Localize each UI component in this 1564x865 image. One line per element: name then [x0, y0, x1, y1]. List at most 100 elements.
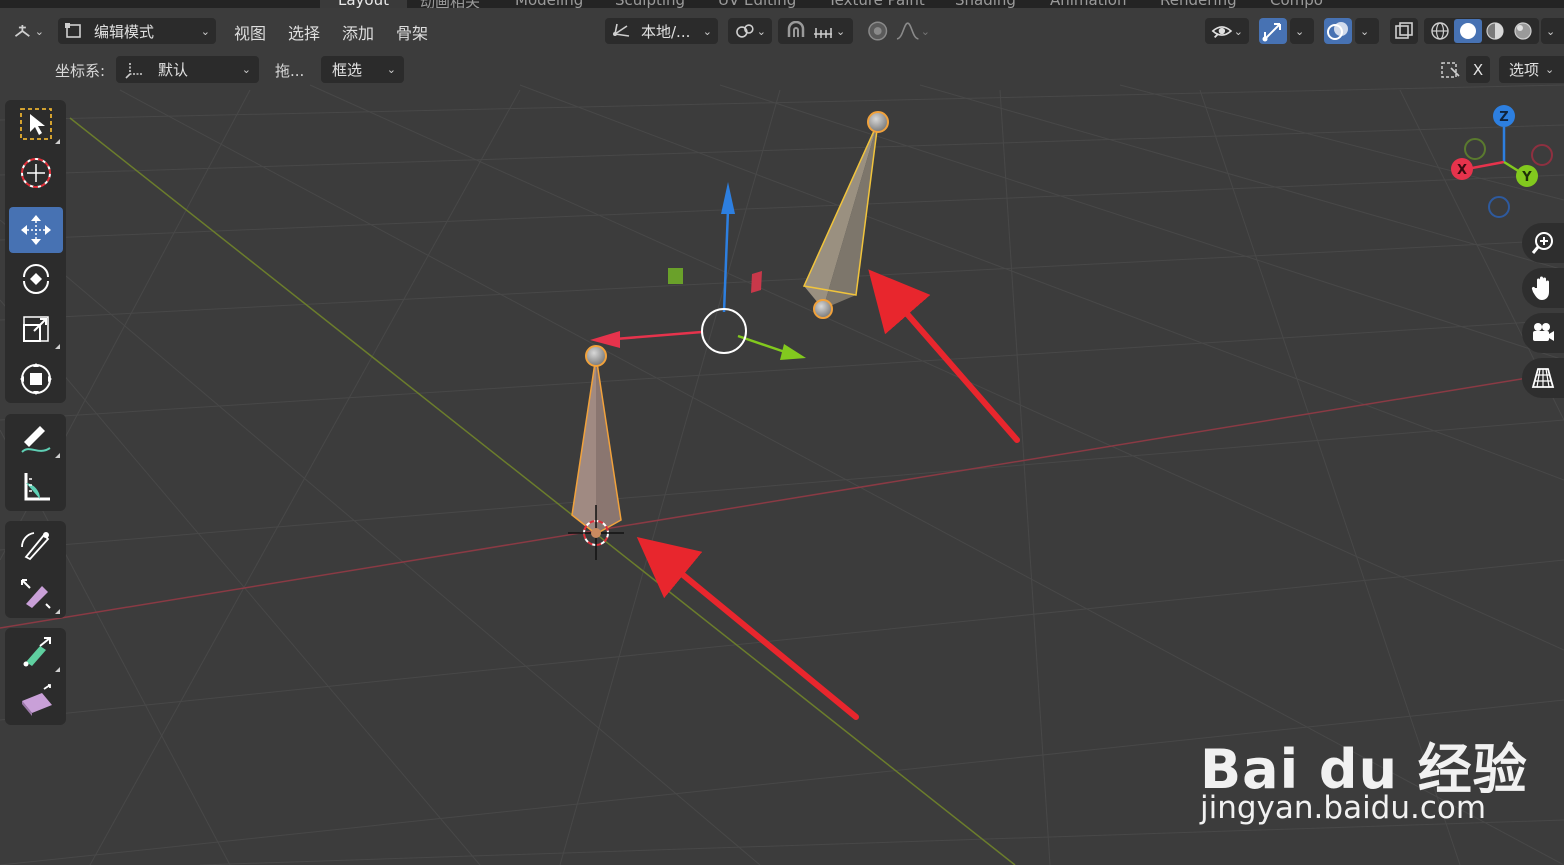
ruler-icon: [24, 473, 50, 501]
select-box-icon: [20, 108, 52, 140]
nav-neg-z[interactable]: [1488, 196, 1510, 218]
tool-settings-bar: 坐标系: 默认 ⌄ 拖... 框选 ⌄ X 选项 ⌄: [0, 52, 1564, 88]
proportional-editing-group[interactable]: ⌄: [860, 18, 936, 44]
hand-icon: [1531, 276, 1549, 300]
perspective-grid-icon: [1531, 368, 1555, 388]
svg-text:Y: Y: [1521, 170, 1532, 185]
shading-wireframe-button[interactable]: [1426, 19, 1454, 43]
bone-upper[interactable]: [802, 111, 889, 319]
bone-lower-tail[interactable]: [585, 345, 607, 367]
tool-transform[interactable]: [9, 356, 63, 402]
wireframe-sphere-icon: [1431, 22, 1449, 40]
tool-cursor[interactable]: [9, 150, 63, 196]
tab-compositing[interactable]: Compo: [1270, 0, 1323, 8]
tab-shading[interactable]: Shading: [955, 0, 1016, 8]
bone-upper-head[interactable]: [813, 299, 833, 319]
tool-move[interactable]: [9, 207, 63, 253]
tab-animation[interactable]: Animation: [1050, 0, 1126, 8]
gizmo-toggle-button[interactable]: [1259, 18, 1287, 44]
shear-icon: [22, 684, 52, 716]
tool-select-box[interactable]: [9, 101, 63, 147]
tab-modeling[interactable]: Modeling: [515, 0, 583, 8]
coord-axes-icon: [125, 62, 142, 79]
xray-icon: [1395, 22, 1413, 39]
gizmo-z-arrow[interactable]: [721, 182, 735, 214]
tab-rendering[interactable]: Rendering: [1160, 0, 1237, 8]
pivot-point-dropdown[interactable]: ⌄: [728, 18, 772, 44]
tool-scale[interactable]: [9, 306, 63, 352]
shading-dropdown[interactable]: ⌄: [1541, 18, 1564, 44]
tool-settings-toggle[interactable]: [1436, 56, 1464, 83]
viewport-header: ⌄ 编辑模式 ⌄ 视图 选择 添加 骨架 本地/... ⌄ ⌄ ⌄ ⌄ ⌄ ⌄ …: [0, 8, 1564, 52]
gizmo-dropdown[interactable]: ⌄: [1290, 18, 1314, 44]
orientation-icon: [613, 23, 630, 37]
axis-editor-icon: [14, 24, 30, 37]
snap-magnet-icon: [787, 21, 805, 37]
proportional-editing-icon: [868, 21, 888, 41]
extrude-icon: [23, 637, 51, 667]
toolbar-extrude-group: [5, 628, 66, 725]
perspective-toggle-button[interactable]: [1522, 358, 1564, 398]
coord-system-dropdown[interactable]: 默认 ⌄: [116, 56, 259, 83]
snapping-group[interactable]: ⌄: [778, 18, 853, 44]
close-x-button[interactable]: X: [1466, 56, 1490, 83]
pan-button[interactable]: [1522, 268, 1564, 308]
scale-icon: [23, 316, 49, 342]
gizmo-yz-plane[interactable]: [751, 271, 762, 293]
options-label: 选项: [1509, 61, 1540, 79]
tool-extrude[interactable]: [9, 629, 63, 675]
navigation-gizmo[interactable]: Z X Y: [1451, 105, 1553, 218]
xray-toggle-button[interactable]: [1390, 18, 1418, 44]
menu-armature[interactable]: 骨架: [396, 20, 428, 44]
editor-type-button[interactable]: ⌄: [6, 18, 50, 44]
shading-rendered-button[interactable]: [1509, 19, 1537, 43]
transform-orientation-dropdown[interactable]: 本地/... ⌄: [605, 18, 718, 44]
tool-roll[interactable]: [9, 522, 63, 568]
zoom-button[interactable]: [1522, 223, 1564, 263]
tool-measure[interactable]: [9, 464, 63, 510]
dashed-select-icon: [1441, 61, 1460, 78]
options-dropdown[interactable]: 选项 ⌄: [1499, 56, 1564, 83]
workspace-tabs: Layout 动画相关 Modeling Sculpting UV Editin…: [0, 0, 1564, 8]
gizmo-y-arrow[interactable]: [780, 344, 806, 360]
snap-increment-icon: [814, 28, 832, 38]
tool-rotate[interactable]: [9, 256, 63, 302]
tool-bone-size[interactable]: [9, 571, 63, 617]
rendered-sphere-icon: [1514, 22, 1532, 40]
rotate-icon: [23, 264, 49, 294]
shading-solid-button[interactable]: [1453, 19, 1482, 43]
toolbar-transform-group: [5, 100, 66, 403]
tab-sculpting[interactable]: Sculpting: [615, 0, 685, 8]
tool-annotate[interactable]: [9, 415, 63, 461]
pencil-icon: [21, 426, 51, 453]
shading-material-button[interactable]: [1482, 19, 1510, 43]
gizmo-icon: [1262, 23, 1281, 42]
menu-view[interactable]: 视图: [234, 20, 266, 44]
shading-modes: [1424, 18, 1539, 44]
tab-animation-cn[interactable]: 动画相关: [420, 0, 480, 8]
annotation-arrow-2: [636, 536, 859, 720]
coord-system-label: 坐标系:: [55, 62, 106, 80]
tab-uv-editing[interactable]: UV Editing: [718, 0, 796, 8]
gizmo-xz-plane[interactable]: [668, 268, 683, 284]
mode-dropdown[interactable]: 编辑模式 ⌄: [58, 18, 216, 44]
eye-icon: [1211, 26, 1233, 38]
transform-gizmo[interactable]: [590, 182, 806, 360]
drag-label: 拖...: [275, 62, 305, 80]
nav-neg-x[interactable]: [1531, 144, 1553, 166]
gizmo-center-ring[interactable]: [701, 308, 747, 354]
drag-dropdown[interactable]: 框选 ⌄: [321, 56, 404, 83]
overlays-dropdown[interactable]: ⌄: [1355, 18, 1379, 44]
tab-layout[interactable]: Layout: [320, 0, 407, 8]
tool-shear[interactable]: [9, 678, 63, 724]
bone-upper-tail[interactable]: [867, 111, 889, 133]
camera-view-button[interactable]: [1522, 313, 1564, 353]
bone-roll-icon: [21, 532, 50, 561]
menu-add[interactable]: 添加: [342, 20, 374, 44]
visibility-dropdown[interactable]: ⌄: [1205, 18, 1249, 44]
cursor-icon: [21, 158, 51, 188]
overlays-toggle-button[interactable]: [1324, 18, 1352, 44]
menu-select[interactable]: 选择: [288, 20, 320, 44]
nav-neg-y[interactable]: [1464, 138, 1486, 160]
tab-texture-paint[interactable]: Texture Paint: [828, 0, 925, 8]
